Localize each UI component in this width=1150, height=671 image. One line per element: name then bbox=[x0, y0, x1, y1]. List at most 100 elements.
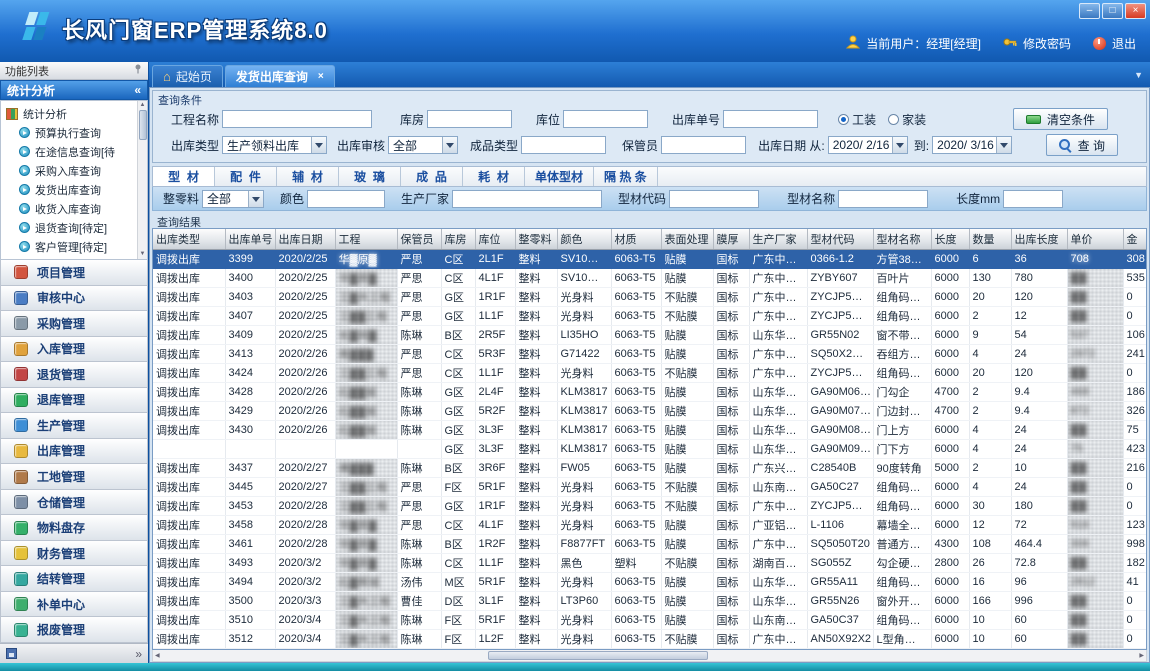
table-row[interactable]: 调拨出库34002020/2/25华▓原▓严思C区4L1F整料SV10…6063… bbox=[153, 268, 1147, 287]
profile-code-input[interactable] bbox=[669, 190, 759, 208]
radio-work-label[interactable]: 工装 bbox=[852, 111, 876, 128]
close-button[interactable]: × bbox=[1125, 3, 1146, 19]
column-header[interactable]: 出库日期 bbox=[275, 229, 335, 249]
material-tab[interactable]: 型 材 bbox=[153, 167, 215, 186]
product-type-input[interactable] bbox=[521, 136, 606, 154]
dropdown-arrow-icon[interactable] bbox=[248, 191, 263, 207]
order-no-input[interactable] bbox=[723, 110, 818, 128]
table-row[interactable]: 调拨出库34092020/2/25长▓网▓陈琳B区2R5F整料LI35HO606… bbox=[153, 325, 1147, 344]
tree-item[interactable]: 预算执行查询 bbox=[6, 123, 137, 142]
column-header[interactable]: 型材名称 bbox=[873, 229, 931, 249]
module-item[interactable]: 项目管理 bbox=[0, 260, 148, 286]
column-header[interactable]: 型材代码 bbox=[807, 229, 873, 249]
column-header[interactable]: 库房 bbox=[441, 229, 475, 249]
color-input[interactable] bbox=[307, 190, 385, 208]
module-item[interactable]: 出库管理 bbox=[0, 439, 148, 465]
whole-part-select[interactable]: 全部 bbox=[202, 190, 264, 208]
tab-home[interactable]: ⌂ 起始页 bbox=[152, 65, 223, 87]
tab-shipment-outbound-query[interactable]: 发货出库查询 × bbox=[225, 65, 335, 87]
scroll-up-icon[interactable]: ▲ bbox=[140, 101, 146, 110]
minimize-button[interactable]: – bbox=[1079, 3, 1100, 19]
save-icon[interactable] bbox=[6, 648, 17, 659]
dropdown-arrow-icon[interactable] bbox=[311, 137, 326, 153]
material-tab[interactable]: 耗 材 bbox=[463, 167, 525, 186]
material-tab[interactable]: 单体型材 bbox=[525, 167, 594, 186]
tree-item[interactable]: 退货查询[待定] bbox=[6, 218, 137, 237]
table-row[interactable]: 调拨出库35002020/3/3工▓共工程曹佳D区3L1F整料LT3P60606… bbox=[153, 591, 1147, 610]
table-row[interactable]: 调拨出库34372020/2/27佛▓▓▓陈琳B区3R6F整料FW056063-… bbox=[153, 458, 1147, 477]
material-tab[interactable]: 辅 材 bbox=[277, 167, 339, 186]
table-row[interactable]: 调拨出库34292020/2/26石▓▓城陈琳G区5R2F整料KLM381760… bbox=[153, 401, 1147, 420]
table-row[interactable]: 调拨出库34072020/2/25工▓▓工程严思G区1L1F整料光身料6063-… bbox=[153, 306, 1147, 325]
column-header[interactable]: 出库单号 bbox=[225, 229, 275, 249]
date-to-picker[interactable]: 2020/ 3/16 bbox=[932, 136, 1012, 154]
dropdown-arrow-icon[interactable] bbox=[892, 137, 907, 153]
tree-item[interactable]: 收货入库查询 bbox=[6, 199, 137, 218]
table-row[interactable]: 调拨出库33992020/2/25华▓原▓严思C区2L1F整料SV10…6063… bbox=[153, 249, 1147, 268]
horizontal-scrollbar[interactable]: ◀ ▶ bbox=[152, 650, 1147, 662]
module-item[interactable]: 退库管理 bbox=[0, 388, 148, 414]
length-input[interactable] bbox=[1003, 190, 1063, 208]
maximize-button[interactable]: □ bbox=[1102, 3, 1123, 19]
tree-item[interactable]: 在途信息查询[待 bbox=[6, 142, 137, 161]
scroll-right-icon[interactable]: ▶ bbox=[1139, 652, 1144, 659]
module-item[interactable]: 财务管理 bbox=[0, 541, 148, 567]
maker-input[interactable] bbox=[452, 190, 602, 208]
module-item[interactable]: 工地管理 bbox=[0, 464, 148, 490]
scroll-left-icon[interactable]: ◀ bbox=[155, 652, 160, 659]
tab-overflow-icon[interactable]: ▼ bbox=[1134, 70, 1143, 80]
dropdown-arrow-icon[interactable] bbox=[442, 137, 457, 153]
tree-root-stats[interactable]: 统计分析 bbox=[6, 104, 137, 123]
table-row[interactable]: G区3L3F整料KLM38176063-T5贴膜国标山东华…GA90M09…门下… bbox=[153, 439, 1147, 458]
tree-item[interactable]: 发货出库查询 bbox=[6, 180, 137, 199]
table-row[interactable]: 调拨出库34032020/2/25工▓共工程严思G区1R1F整料光身料6063-… bbox=[153, 287, 1147, 306]
module-item[interactable]: 退货管理 bbox=[0, 362, 148, 388]
warehouse-input[interactable] bbox=[427, 110, 512, 128]
expand-chevrons-icon[interactable]: » bbox=[135, 647, 142, 661]
location-input[interactable] bbox=[563, 110, 648, 128]
logout-link[interactable]: 退出 bbox=[1112, 35, 1136, 52]
hscroll-thumb[interactable] bbox=[488, 651, 708, 660]
audit-select[interactable]: 全部 bbox=[388, 136, 458, 154]
tab-close-icon[interactable]: × bbox=[318, 71, 324, 82]
radio-home-install[interactable] bbox=[888, 114, 899, 125]
table-row[interactable]: 调拨出库34242020/2/26工▓▓工程严思C区1L1F整料光身料6063-… bbox=[153, 363, 1147, 382]
tree-scrollbar[interactable]: ▲ ▼ bbox=[137, 101, 147, 259]
table-row[interactable]: 调拨出库34532020/2/28工▓▓工程严思G区1R1F整料光身料6063-… bbox=[153, 496, 1147, 515]
search-button[interactable]: 查 询 bbox=[1046, 134, 1118, 156]
column-header[interactable]: 颜色 bbox=[557, 229, 611, 249]
material-tab[interactable]: 成 品 bbox=[401, 167, 463, 186]
column-header[interactable]: 出库长度 bbox=[1011, 229, 1067, 249]
module-item[interactable]: 结转管理 bbox=[0, 566, 148, 592]
column-header[interactable]: 材质 bbox=[611, 229, 661, 249]
table-row[interactable]: 调拨出库34132020/2/26南▓▓▓严思C区5R3F整料G71422606… bbox=[153, 344, 1147, 363]
date-from-picker[interactable]: 2020/ 2/16 bbox=[828, 136, 908, 154]
module-item[interactable]: 报废管理 bbox=[0, 617, 148, 643]
module-item[interactable]: 补单中心 bbox=[0, 592, 148, 618]
clear-conditions-button[interactable]: 清空条件 bbox=[1013, 108, 1108, 130]
out-type-select[interactable]: 生产领料出库 bbox=[222, 136, 327, 154]
table-row[interactable]: 调拨出库34612020/2/28华▓原▓陈琳B区1R2F整料F8877FT60… bbox=[153, 534, 1147, 553]
module-item[interactable]: 生产管理 bbox=[0, 413, 148, 439]
radio-work-install[interactable] bbox=[838, 114, 849, 125]
tree-item[interactable]: 客户管理[待定] bbox=[6, 237, 137, 256]
table-row[interactable]: 调拨出库34452020/2/27工▓▓工程严思F区5R1F整料光身料6063-… bbox=[153, 477, 1147, 496]
module-item[interactable]: 仓储管理 bbox=[0, 490, 148, 516]
radio-home-label[interactable]: 家装 bbox=[902, 111, 926, 128]
module-item[interactable]: 审核中心 bbox=[0, 286, 148, 312]
material-tab[interactable]: 玻 璃 bbox=[339, 167, 401, 186]
column-header[interactable]: 表面处理 bbox=[661, 229, 713, 249]
material-tab[interactable]: 配 件 bbox=[215, 167, 277, 186]
column-header[interactable]: 单价 bbox=[1067, 229, 1123, 249]
table-row[interactable]: 调拨出库34942020/3/2石▓辉城汤伟M区5R1F整料光身料6063-T5… bbox=[153, 572, 1147, 591]
column-header[interactable]: 保管员 bbox=[397, 229, 441, 249]
column-header[interactable]: 整零料 bbox=[515, 229, 557, 249]
table-row[interactable]: 调拨出库34582020/2/28华▓原▓严思C区4L1F整料光身料6063-T… bbox=[153, 515, 1147, 534]
table-row[interactable]: 调拨出库35102020/3/4工▓共工程陈琳F区5R1F整料光身料6063-T… bbox=[153, 610, 1147, 629]
profile-name-input[interactable] bbox=[838, 190, 928, 208]
table-row[interactable]: 调拨出库35122020/3/4工▓共工程陈琳F区1L2F整料光身料6063-T… bbox=[153, 629, 1147, 648]
column-header[interactable]: 出库类型 bbox=[153, 229, 225, 249]
project-name-input[interactable] bbox=[222, 110, 372, 128]
column-header[interactable]: 膜厚 bbox=[713, 229, 749, 249]
column-header[interactable]: 库位 bbox=[475, 229, 515, 249]
